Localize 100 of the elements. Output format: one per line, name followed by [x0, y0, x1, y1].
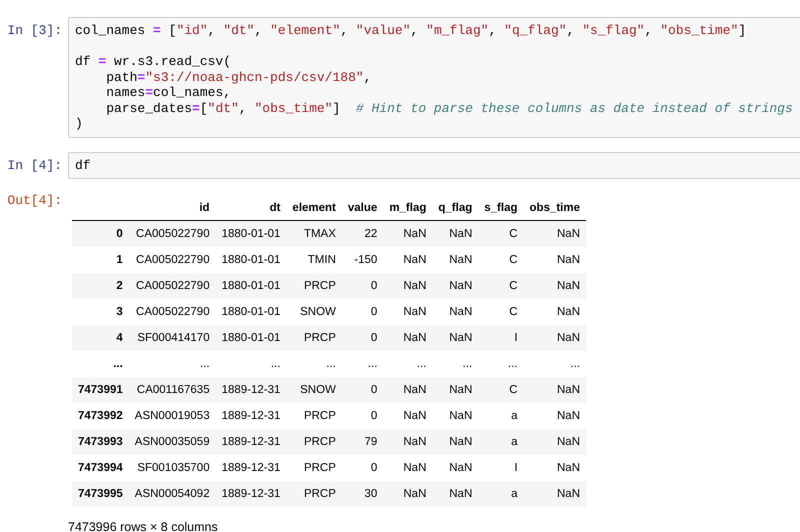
table-cell: NaN	[432, 273, 478, 299]
table-cell: NaN	[383, 299, 432, 325]
table-cell: NaN	[432, 247, 478, 273]
code-line: parse_dates=["dt", "obs_time"] # Hint to parse these columns as date instead of strings	[105, 100, 793, 116]
table-cell: NaN	[383, 403, 432, 429]
table-cell: ASN00035059	[128, 429, 216, 455]
table-cell: ...	[432, 351, 478, 377]
table-cell: ASN00019053	[128, 403, 216, 429]
table-cell: 1880-01-01	[216, 273, 286, 299]
table-cell: ...	[524, 351, 586, 377]
code-line: df = wr.s3.read_csv(	[75, 54, 232, 70]
table-cell: NaN	[432, 429, 478, 455]
row-index: 7473993	[72, 429, 129, 455]
row-index: 2	[72, 273, 129, 299]
row-index: ...	[72, 351, 129, 377]
table-cell: NaN	[524, 325, 586, 351]
table-cell: 22	[342, 220, 384, 247]
table-cell: 1889-12-31	[216, 429, 286, 455]
table-cell: NaN	[383, 325, 432, 351]
table-cell: 1880-01-01	[216, 220, 286, 247]
table-cell: 1889-12-31	[216, 455, 286, 481]
input-prompt: In [4]:	[6, 156, 63, 172]
table-cell: CA005022790	[128, 247, 216, 273]
row-index: 0	[72, 220, 129, 247]
table-cell: NaN	[432, 403, 478, 429]
table-cell: NaN	[432, 325, 478, 351]
table-cell: 0	[342, 273, 384, 299]
table-cell: C	[478, 247, 524, 273]
output-prompt: Out[4]:	[6, 193, 63, 208]
table-cell: NaN	[524, 220, 586, 247]
table-cell: PRCP	[286, 455, 342, 481]
table-cell: NaN	[383, 455, 432, 481]
table-cell: PRCP	[286, 481, 342, 507]
table-cell: ...	[478, 351, 524, 377]
row-index: 7473994	[72, 455, 129, 481]
table-cell: NaN	[432, 299, 478, 325]
code-line: )	[75, 116, 83, 132]
table-cell: SF001035700	[128, 455, 216, 481]
input-prompt: In [3]:	[6, 22, 63, 38]
table-cell: I	[478, 455, 524, 481]
code-input[interactable]: df	[68, 152, 800, 179]
table-cell: NaN	[432, 377, 478, 403]
table-cell: PRCP	[286, 403, 342, 429]
table-cell: 79	[342, 429, 384, 455]
table-cell: 1889-12-31	[216, 481, 286, 507]
table-cell: NaN	[383, 273, 432, 299]
table-cell: 30	[342, 481, 384, 507]
table-cell: ...	[342, 351, 384, 377]
table-cell: PRCP	[286, 325, 342, 351]
table-cell: 1880-01-01	[216, 247, 286, 273]
table-shape-text: 7473996 rows × 8 columns	[68, 520, 218, 532]
table-cell: NaN	[383, 220, 432, 247]
table-cell: NaN	[383, 429, 432, 455]
table-cell: SNOW	[286, 377, 342, 403]
table-cell: ...	[286, 351, 342, 377]
row-index: 7473995	[72, 481, 129, 507]
table-cell: CA001167635	[128, 377, 216, 403]
table-cell: NaN	[383, 377, 432, 403]
table-cell: NaN	[524, 247, 586, 273]
table-cell: 1889-12-31	[216, 377, 286, 403]
table-cell: ASN00054092	[128, 481, 216, 507]
table-cell: C	[478, 299, 524, 325]
table-cell: a	[478, 481, 524, 507]
table-cell: -150	[342, 247, 384, 273]
table-cell: a	[478, 403, 524, 429]
code-input[interactable]	[68, 17, 800, 138]
table-cell: NaN	[524, 429, 586, 455]
table-cell: PRCP	[286, 273, 342, 299]
row-index: 1	[72, 247, 129, 273]
table-cell: PRCP	[286, 429, 342, 455]
table-cell: CA005022790	[128, 220, 216, 247]
table-cell: C	[478, 220, 524, 247]
table-cell: CA005022790	[128, 299, 216, 325]
table-cell: NaN	[432, 455, 478, 481]
table-cell: NaN	[432, 220, 478, 247]
table-cell: I	[478, 325, 524, 351]
table-cell: NaN	[383, 481, 432, 507]
table-cell: 1889-12-31	[216, 403, 286, 429]
table-cell: NaN	[524, 481, 586, 507]
code-line: df	[75, 158, 91, 173]
table-cell: 0	[342, 377, 384, 403]
table-cell: ...	[216, 351, 286, 377]
row-index: 4	[72, 325, 129, 351]
table-cell: SNOW	[286, 299, 342, 325]
table-cell: NaN	[524, 273, 586, 299]
table-cell: ...	[383, 351, 432, 377]
table-cell: NaN	[524, 299, 586, 325]
table-cell: 0	[342, 325, 384, 351]
code-line: names=col_names,	[105, 85, 232, 100]
table-cell: 0	[342, 455, 384, 481]
table-cell: C	[478, 377, 524, 403]
table-cell: 0	[342, 299, 384, 325]
table-cell: ...	[128, 351, 216, 377]
table-cell: C	[478, 273, 524, 299]
table-cell: NaN	[524, 455, 586, 481]
row-index: 7473992	[72, 403, 129, 429]
table-cell: TMIN	[286, 247, 342, 273]
code-line: col_names = ["id", "dt", "element", "value", "m_flag", "q_flag", "s_flag", "obs_time"]	[75, 23, 746, 38]
table-cell: SF000414170	[128, 325, 216, 351]
table-cell: NaN	[524, 403, 586, 429]
